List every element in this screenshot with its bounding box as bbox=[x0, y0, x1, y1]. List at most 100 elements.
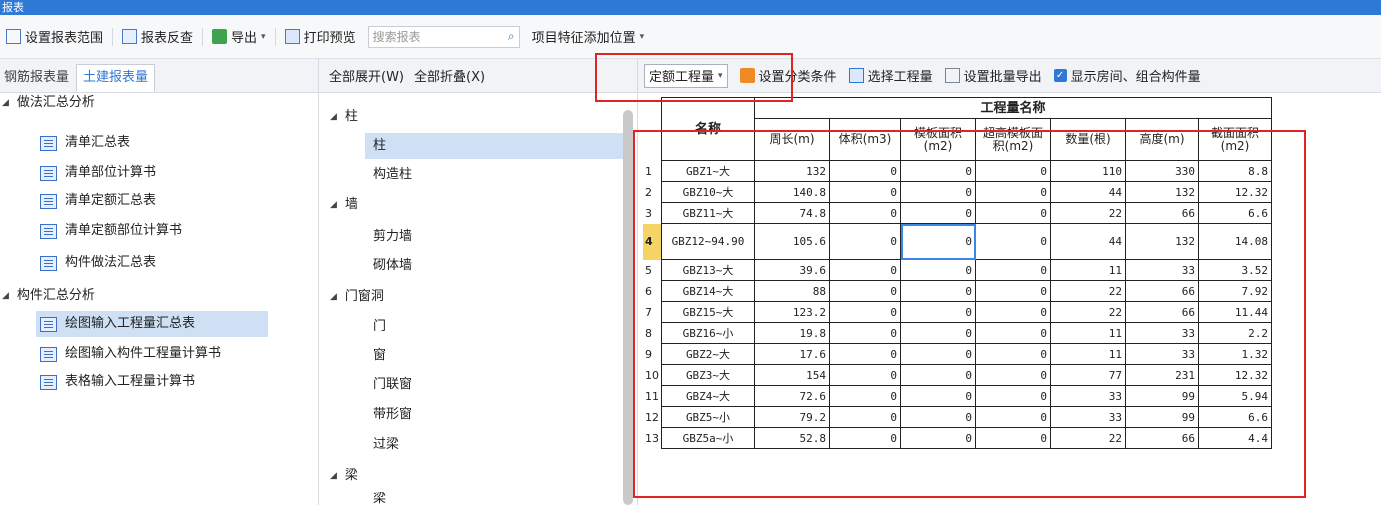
value-cell[interactable]: 11 bbox=[1050, 322, 1126, 344]
reverse-check-button[interactable]: 报表反查 bbox=[116, 25, 199, 49]
value-cell[interactable]: 0 bbox=[829, 406, 901, 428]
search-input[interactable]: 搜索报表 ⌕ bbox=[367, 25, 520, 48]
value-cell[interactable]: 154 bbox=[754, 364, 830, 386]
row-index[interactable]: 8 bbox=[643, 322, 662, 344]
table-row[interactable]: 6 GBZ14~大 88 0 0 0 22 66 7.92 bbox=[643, 280, 1312, 302]
tree-item-shear-wall[interactable]: 剪力墙 bbox=[373, 224, 412, 250]
value-cell[interactable]: 132 bbox=[1125, 223, 1199, 260]
value-cell[interactable]: 11 bbox=[1050, 343, 1126, 365]
value-cell[interactable]: 74.8 bbox=[754, 202, 830, 224]
tree-item-beam[interactable]: 梁 bbox=[373, 492, 386, 505]
set-category-button[interactable]: 设置分类条件 bbox=[734, 64, 843, 88]
column-header[interactable]: 体积(m3) bbox=[829, 118, 901, 161]
value-cell[interactable]: 66 bbox=[1125, 202, 1199, 224]
row-name-cell[interactable]: GBZ16~小 bbox=[661, 322, 755, 344]
value-cell[interactable]: 66 bbox=[1125, 280, 1199, 302]
tree-group-openings[interactable]: ◢ 门窗洞 bbox=[330, 284, 384, 310]
tree-item-bill-quota-location[interactable]: 清单定额部位计算书 bbox=[40, 218, 182, 244]
tree-item-bill-summary[interactable]: 清单汇总表 bbox=[40, 130, 130, 156]
tab-rebar-report[interactable]: 钢筋报表量 bbox=[0, 64, 76, 92]
value-cell[interactable]: 22 bbox=[1050, 427, 1126, 449]
quantity-type-dropdown[interactable]: 定额工程量 ▾ bbox=[644, 63, 728, 88]
value-cell[interactable]: 2.2 bbox=[1198, 322, 1272, 344]
value-cell[interactable]: 19.8 bbox=[754, 322, 830, 344]
value-cell[interactable]: 132 bbox=[1125, 181, 1199, 203]
row-name-cell[interactable]: GBZ2~大 bbox=[661, 343, 755, 365]
value-cell[interactable]: 33 bbox=[1125, 343, 1199, 365]
value-cell[interactable]: 0 bbox=[975, 160, 1051, 182]
value-cell[interactable]: 0 bbox=[829, 385, 901, 407]
value-cell[interactable]: 0 bbox=[900, 280, 976, 302]
value-cell[interactable]: 0 bbox=[829, 322, 901, 344]
table-row[interactable]: 4 GBZ12~94.90 105.6 0 0 0 44 132 14.08 bbox=[643, 223, 1312, 260]
row-name-cell[interactable]: GBZ5a~小 bbox=[661, 427, 755, 449]
row-index[interactable]: 10 bbox=[643, 364, 662, 386]
select-project-button[interactable]: 选择工程量 bbox=[843, 64, 939, 88]
column-header[interactable]: 模板面积(m2) bbox=[900, 118, 976, 161]
row-index[interactable]: 9 bbox=[643, 343, 662, 365]
value-cell[interactable]: 11.44 bbox=[1198, 301, 1272, 323]
value-cell[interactable]: 0 bbox=[829, 280, 901, 302]
row-name-cell[interactable]: GBZ11~大 bbox=[661, 202, 755, 224]
value-cell[interactable]: 123.2 bbox=[754, 301, 830, 323]
table-row[interactable]: 12 GBZ5~小 79.2 0 0 0 33 99 6.6 bbox=[643, 406, 1312, 428]
search-icon[interactable]: ⌕ bbox=[508, 29, 515, 44]
value-cell[interactable]: 17.6 bbox=[754, 343, 830, 365]
value-cell[interactable]: 0 bbox=[829, 301, 901, 323]
tree-group-component-summary[interactable]: ◢ 构件汇总分析 bbox=[2, 283, 95, 309]
row-name-cell[interactable]: GBZ15~大 bbox=[661, 301, 755, 323]
tree-item-strip-window[interactable]: 带形窗 bbox=[373, 402, 412, 428]
value-cell[interactable]: 0 bbox=[829, 181, 901, 203]
expand-all-button[interactable]: 全部展开(W) bbox=[329, 66, 404, 85]
table-row[interactable]: 11 GBZ4~大 72.6 0 0 0 33 99 5.94 bbox=[643, 385, 1312, 407]
row-index[interactable]: 12 bbox=[643, 406, 662, 428]
row-name-cell[interactable]: GBZ5~小 bbox=[661, 406, 755, 428]
value-cell[interactable]: 0 bbox=[975, 406, 1051, 428]
expand-triangle-icon[interactable]: ◢ bbox=[330, 284, 337, 310]
column-header[interactable]: 数量(根) bbox=[1050, 118, 1126, 161]
value-cell[interactable]: 99 bbox=[1125, 406, 1199, 428]
value-cell[interactable]: 33 bbox=[1125, 322, 1199, 344]
tree-item-lintel[interactable]: 过梁 bbox=[373, 432, 399, 458]
value-cell[interactable]: 88 bbox=[754, 280, 830, 302]
row-name-cell[interactable]: GBZ3~大 bbox=[661, 364, 755, 386]
value-cell[interactable]: 0 bbox=[829, 223, 901, 260]
value-cell[interactable]: 39.6 bbox=[754, 259, 830, 281]
table-row[interactable]: 8 GBZ16~小 19.8 0 0 0 11 33 2.2 bbox=[643, 322, 1312, 344]
table-row[interactable]: 1 GBZ1~大 132 0 0 0 110 330 8.8 bbox=[643, 160, 1312, 182]
set-range-button[interactable]: 设置报表范围 bbox=[0, 25, 109, 49]
tree-group-wall[interactable]: ◢ 墙 bbox=[330, 192, 358, 218]
row-name-cell[interactable]: GBZ12~94.90 bbox=[661, 223, 755, 260]
collapse-all-button[interactable]: 全部折叠(X) bbox=[414, 66, 485, 85]
row-index[interactable]: 11 bbox=[643, 385, 662, 407]
value-cell[interactable]: 11 bbox=[1050, 259, 1126, 281]
feature-position-dropdown[interactable]: 项目特征添加位置 ▾ bbox=[526, 25, 651, 49]
value-cell[interactable]: 7.92 bbox=[1198, 280, 1272, 302]
value-cell[interactable]: 22 bbox=[1050, 202, 1126, 224]
tree-item-masonry-wall[interactable]: 砌体墙 bbox=[373, 253, 412, 279]
row-index[interactable]: 13 bbox=[643, 427, 662, 449]
value-cell[interactable]: 0 bbox=[900, 406, 976, 428]
value-cell[interactable]: 66 bbox=[1125, 427, 1199, 449]
value-cell[interactable]: 6.6 bbox=[1198, 406, 1272, 428]
value-cell[interactable]: 0 bbox=[829, 202, 901, 224]
value-cell[interactable]: 33 bbox=[1125, 259, 1199, 281]
value-cell[interactable]: 132 bbox=[754, 160, 830, 182]
row-name-cell[interactable]: GBZ4~大 bbox=[661, 385, 755, 407]
value-cell[interactable]: 0 bbox=[900, 427, 976, 449]
value-cell[interactable]: 33 bbox=[1050, 406, 1126, 428]
value-cell[interactable]: 1.32 bbox=[1198, 343, 1272, 365]
batch-export-button[interactable]: 设置批量导出 bbox=[939, 64, 1048, 88]
value-cell[interactable]: 0 bbox=[975, 259, 1051, 281]
row-index[interactable]: 7 bbox=[643, 301, 662, 323]
value-cell[interactable]: 99 bbox=[1125, 385, 1199, 407]
value-cell[interactable]: 0 bbox=[975, 385, 1051, 407]
value-cell[interactable]: 3.52 bbox=[1198, 259, 1272, 281]
expand-triangle-icon[interactable]: ◢ bbox=[330, 104, 337, 130]
value-cell[interactable]: 110 bbox=[1050, 160, 1126, 182]
value-cell[interactable]: 0 bbox=[975, 427, 1051, 449]
value-cell[interactable]: 33 bbox=[1050, 385, 1126, 407]
row-name-cell[interactable]: GBZ10~大 bbox=[661, 181, 755, 203]
tree-item-bill-location[interactable]: 清单部位计算书 bbox=[40, 160, 156, 186]
table-row[interactable]: 3 GBZ11~大 74.8 0 0 0 22 66 6.6 bbox=[643, 202, 1312, 224]
